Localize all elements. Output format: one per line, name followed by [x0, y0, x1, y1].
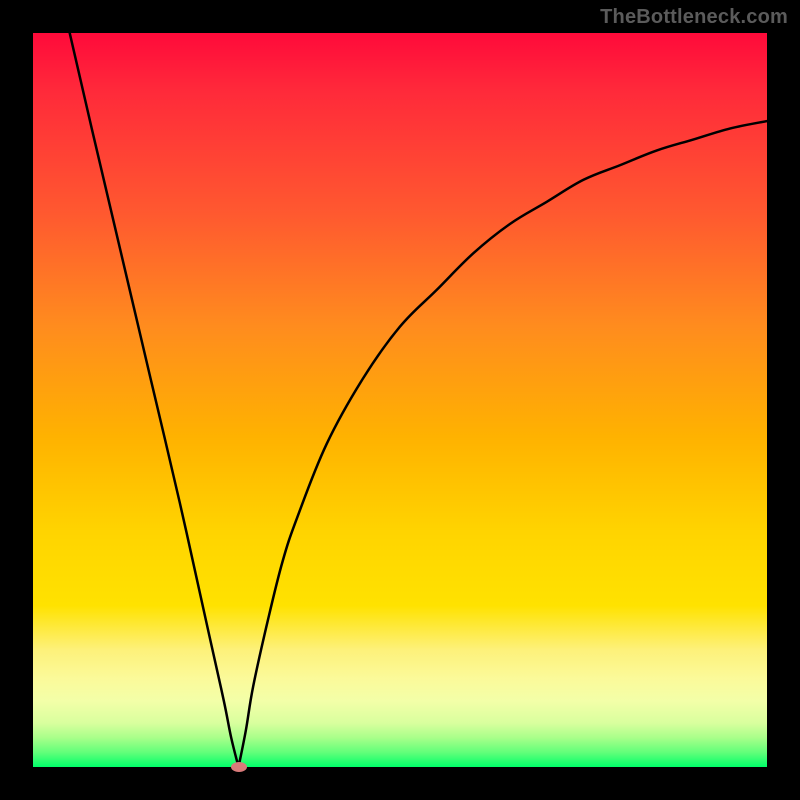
minimum-marker	[231, 762, 247, 772]
bottleneck-curve	[33, 33, 767, 767]
plot-area	[33, 33, 767, 767]
chart-frame: TheBottleneck.com	[0, 0, 800, 800]
watermark-text: TheBottleneck.com	[600, 6, 788, 29]
